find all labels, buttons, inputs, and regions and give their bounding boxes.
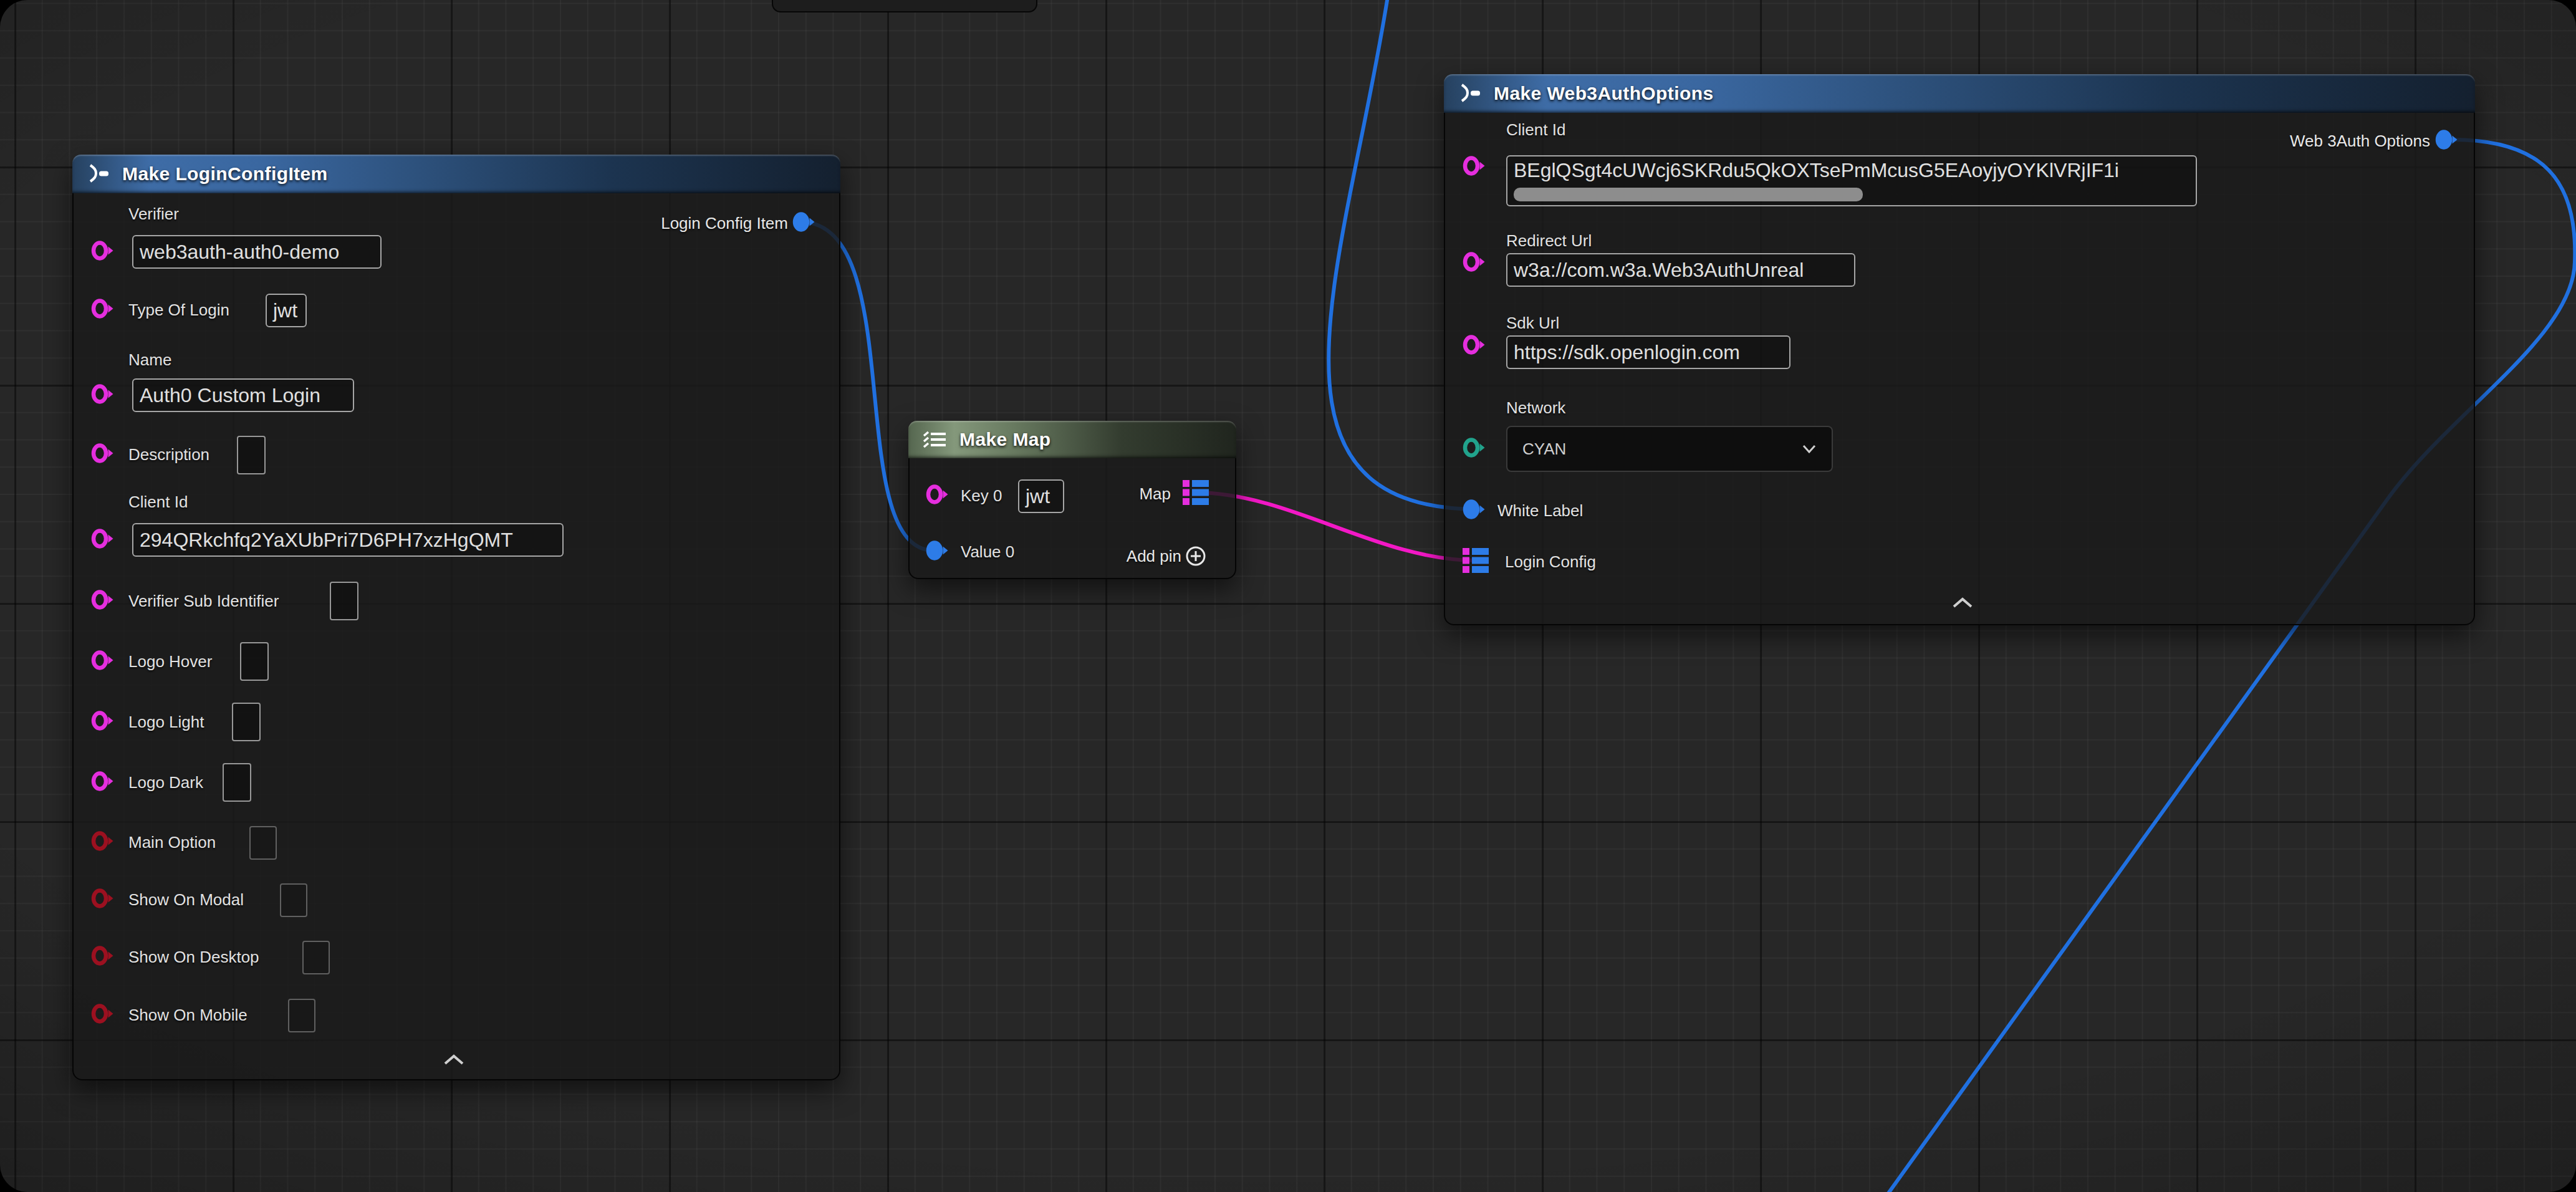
pin-label-web3auth-options: Web 3Auth Options bbox=[2290, 132, 2430, 151]
pin-label-verifier: Verifier bbox=[128, 204, 179, 224]
pin-map-out[interactable] bbox=[1181, 478, 1210, 509]
node-make-login-config-item[interactable]: Make LoginConfigItem Verifier web3auth-a… bbox=[72, 155, 840, 1080]
key0-input[interactable]: jwt bbox=[1018, 479, 1064, 513]
pin-label-logo-dark: Logo Dark bbox=[128, 773, 203, 792]
pin-key0[interactable] bbox=[926, 484, 949, 507]
collapse-chevron-icon[interactable] bbox=[443, 1054, 465, 1069]
type-of-login-input[interactable]: jwt bbox=[266, 294, 307, 327]
collapse-chevron-icon[interactable] bbox=[1951, 597, 1974, 612]
pin-verifier[interactable] bbox=[91, 240, 115, 264]
pin-type-of-login[interactable] bbox=[91, 298, 115, 322]
pin-show-on-mobile[interactable] bbox=[91, 1003, 115, 1027]
client-id-hscrollbar[interactable] bbox=[1514, 188, 1863, 201]
pin-show-on-desktop[interactable] bbox=[91, 945, 115, 969]
add-pin-button[interactable] bbox=[1185, 545, 1207, 570]
node-title: Make Map bbox=[959, 429, 1051, 450]
node-header[interactable]: Make Map bbox=[908, 421, 1236, 458]
add-pin-label: Add pin bbox=[1127, 547, 1181, 566]
node-title: Make LoginConfigItem bbox=[122, 163, 328, 185]
node-title: Make Web3AuthOptions bbox=[1494, 83, 1713, 104]
pin-description[interactable] bbox=[91, 443, 115, 466]
pin-login-config[interactable] bbox=[1461, 546, 1490, 577]
main-option-checkbox[interactable] bbox=[249, 826, 277, 860]
pin-network[interactable] bbox=[1463, 437, 1486, 461]
logo-light-input[interactable] bbox=[232, 703, 261, 741]
show-on-mobile-checkbox[interactable] bbox=[288, 999, 315, 1032]
pin-label-logo-hover: Logo Hover bbox=[128, 652, 212, 671]
pin-logo-light[interactable] bbox=[91, 710, 115, 734]
verifier-input[interactable]: web3auth-auth0-demo bbox=[132, 235, 382, 269]
pin-redirect-url[interactable] bbox=[1463, 251, 1486, 275]
pin-label-show-on-modal: Show On Modal bbox=[128, 890, 244, 910]
make-map-icon bbox=[921, 429, 949, 450]
pin-label-type-of-login: Type Of Login bbox=[128, 300, 229, 320]
node-make-web3auth-options[interactable]: Make Web3AuthOptions Client Id BEglQSgt4… bbox=[1444, 74, 2475, 625]
pin-verifier-sub-identifier[interactable] bbox=[91, 589, 115, 613]
pin-label-verifier-sub-identifier: Verifier Sub Identifier bbox=[128, 592, 279, 611]
pin-label-redirect-url: Redirect Url bbox=[1506, 231, 1592, 251]
pin-web3auth-options-out[interactable] bbox=[2435, 129, 2459, 153]
description-input[interactable] bbox=[237, 436, 266, 474]
sdk-url-input[interactable]: https://sdk.openlogin.com bbox=[1506, 335, 1790, 369]
offscreen-node-fragment[interactable] bbox=[772, 0, 1037, 12]
pin-client-id[interactable] bbox=[91, 528, 115, 552]
pin-label-login-config: Login Config bbox=[1505, 552, 1596, 572]
node-header[interactable]: Make LoginConfigItem bbox=[72, 155, 840, 193]
make-struct-icon bbox=[85, 163, 112, 185]
show-on-modal-checkbox[interactable] bbox=[280, 883, 307, 917]
client-id-input[interactable]: BEglQSgt4cUWcj6SKRdu5QkOXTsePmMcusG5EAoy… bbox=[1506, 155, 2197, 206]
pin-label-description: Description bbox=[128, 445, 209, 464]
logo-dark-input[interactable] bbox=[223, 763, 251, 802]
pin-label-map-out: Map bbox=[1139, 484, 1171, 504]
network-selected-value: CYAN bbox=[1522, 440, 1566, 459]
node-header[interactable]: Make Web3AuthOptions bbox=[1444, 74, 2475, 113]
name-input[interactable]: Auth0 Custom Login bbox=[132, 378, 354, 412]
pin-label-client-id: Client Id bbox=[128, 493, 188, 512]
client-id-input[interactable]: 294QRkchfq2YaXUbPri7D6PH7xzHgQMT bbox=[132, 523, 564, 557]
redirect-url-input[interactable]: w3a://com.w3a.Web3AuthUnreal bbox=[1506, 253, 1855, 287]
pin-label-sdk-url: Sdk Url bbox=[1506, 314, 1559, 333]
pin-label-show-on-desktop: Show On Desktop bbox=[128, 948, 259, 967]
pin-label-main-option: Main Option bbox=[128, 833, 216, 852]
pin-login-config-item-out[interactable] bbox=[792, 211, 816, 235]
pin-label-value0: Value 0 bbox=[961, 542, 1014, 562]
network-dropdown[interactable]: CYAN bbox=[1506, 426, 1833, 472]
blueprint-graph-canvas[interactable]: Make LoginConfigItem Verifier web3auth-a… bbox=[0, 0, 2576, 1192]
make-struct-icon bbox=[1456, 83, 1484, 104]
pin-label-logo-light: Logo Light bbox=[128, 713, 204, 732]
pin-label-key0: Key 0 bbox=[961, 486, 1002, 506]
pin-label-client-id: Client Id bbox=[1506, 120, 1565, 140]
pin-name[interactable] bbox=[91, 383, 115, 407]
pin-label-login-config-item: Login Config Item bbox=[661, 214, 788, 233]
pin-white-label[interactable] bbox=[1463, 499, 1486, 522]
pin-client-id[interactable] bbox=[1463, 155, 1486, 179]
logo-hover-input[interactable] bbox=[240, 642, 269, 681]
node-make-map[interactable]: Make Map Key 0 jwt Map Value 0 Add pin bbox=[908, 421, 1236, 579]
pin-value0[interactable] bbox=[926, 540, 949, 564]
verifier-sub-identifier-input[interactable] bbox=[330, 582, 358, 620]
pin-show-on-modal[interactable] bbox=[91, 888, 115, 911]
chevron-down-icon bbox=[1802, 445, 1817, 453]
pin-sdk-url[interactable] bbox=[1463, 334, 1486, 358]
pin-logo-hover[interactable] bbox=[91, 650, 115, 673]
pin-label-network: Network bbox=[1506, 398, 1565, 418]
wire-map-to-login-config[interactable] bbox=[1195, 493, 1476, 560]
pin-label-white-label: White Label bbox=[1497, 501, 1583, 521]
pin-label-show-on-mobile: Show On Mobile bbox=[128, 1006, 248, 1025]
pin-label-name: Name bbox=[128, 350, 171, 370]
pin-logo-dark[interactable] bbox=[91, 771, 115, 794]
show-on-desktop-checkbox[interactable] bbox=[302, 941, 330, 974]
pin-main-option[interactable] bbox=[91, 830, 115, 854]
